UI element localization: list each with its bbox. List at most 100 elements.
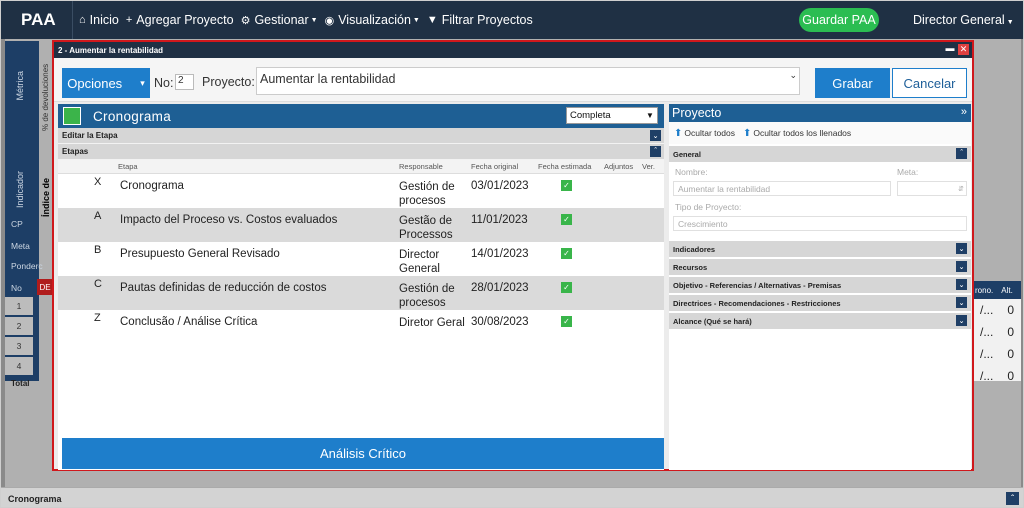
schedule-filter-select[interactable]: Completa ▼ (566, 107, 658, 124)
schedule-filter-value: Completa (570, 110, 611, 121)
stage-date: 14/01/2023 (471, 248, 529, 260)
tab-meta[interactable]: Meta (5, 237, 39, 255)
tab-cp[interactable]: CP (5, 215, 39, 233)
spinner-icon[interactable]: ⇵ (958, 185, 964, 193)
name-field[interactable]: Aumentar la rentabilidad (673, 181, 891, 196)
bg-header-cell: Alt. (1001, 285, 1013, 295)
section-label: Editar la Etapa (62, 131, 118, 140)
stages-table-header: Etapa Responsable Fecha original Fecha e… (58, 160, 664, 174)
project-type-label: Tipo de Proyecto: (675, 202, 742, 212)
project-label: Proyecto: (202, 75, 255, 89)
stage-responsible: Director General (399, 249, 440, 275)
section-alcance[interactable]: Alcance (Qué se hará) ⌄ (669, 313, 971, 329)
maximize-icon[interactable]: ▬ (945, 44, 955, 54)
chevron-down-icon[interactable]: ⌄ (956, 243, 967, 254)
chevron-down-icon[interactable]: ⌄ (789, 70, 797, 81)
nav-item-gestionar[interactable]: ⚙ Gestionar ▼ (241, 13, 318, 27)
column-header: Responsable (399, 162, 443, 171)
stage-code: C (94, 278, 102, 290)
options-button[interactable]: Opciones ▾ (62, 68, 150, 98)
section-label: General (673, 149, 701, 159)
stage-name: Cronograma (120, 180, 184, 192)
column-header: Adjuntos (604, 162, 634, 171)
tab-ponderacion[interactable]: Ponderc (5, 257, 43, 275)
cancel-button[interactable]: Cancelar (892, 68, 967, 98)
goal-field[interactable]: ⇵ (897, 181, 967, 196)
bg-row-number: 4 (5, 357, 33, 375)
project-panel-header: Proyecto » (669, 104, 971, 122)
column-header: Fecha estimada (538, 162, 592, 171)
section-directrices[interactable]: Directrices - Recomendaciones - Restricc… (669, 295, 971, 311)
double-chevron-right-icon[interactable]: » (961, 106, 967, 118)
project-name-field[interactable]: Aumentar la rentabilidad ⌄ (256, 67, 800, 95)
section-indicadores[interactable]: Indicadores ⌄ (669, 241, 971, 257)
nav-item-visualizacion[interactable]: ◉ Visualización ▼ (325, 13, 420, 27)
bg-right-row: /... 0 (979, 303, 1014, 317)
hide-filled-label: Ocultar todos los llenados (753, 127, 852, 138)
project-panel-title: Proyecto (672, 106, 722, 120)
critical-analysis-button[interactable]: Análisis Crítico (62, 438, 664, 469)
chevron-down-icon[interactable]: ⌄ (956, 297, 967, 308)
project-type-field[interactable]: Crescimiento (673, 216, 967, 231)
brand-logo[interactable]: PAA (1, 1, 73, 39)
section-label: Alcance (Qué se hará) (673, 316, 752, 326)
nav-label: Filtrar Proyectos (441, 13, 533, 27)
nav-item-inicio[interactable]: ⌂ Inicio (79, 13, 119, 27)
section-label: Directrices - Recomendaciones - Restricc… (673, 298, 841, 308)
user-menu[interactable]: Director General ▼ (913, 13, 1014, 27)
nav-item-filtrar-proyectos[interactable]: ▼ Filtrar Proyectos (427, 13, 533, 27)
save-paa-button[interactable]: Guardar PAA (799, 8, 879, 32)
table-row[interactable]: Z Conclusão / Análise Crítica Diretor Ge… (58, 310, 664, 344)
save-button[interactable]: Grabar (815, 68, 890, 98)
table-row[interactable]: C Pautas definidas de reducción de costo… (58, 276, 664, 310)
column-header: Etapa (118, 162, 138, 171)
section-general[interactable]: General ˆ (669, 146, 971, 162)
caret-down-icon: ▼ (412, 16, 420, 24)
edit-stage-section[interactable]: Editar la Etapa ⌄ (58, 128, 664, 144)
chevron-up-icon[interactable]: ˆ (650, 146, 661, 157)
chevron-down-icon[interactable]: ⌄ (650, 130, 661, 141)
number-label: No: (154, 76, 174, 90)
table-row[interactable]: X Cronograma Gestión de procesos 03/01/2… (58, 174, 664, 208)
schedule-pane: Cronograma Completa ▼ Editar la Etapa ⌄ Et… (58, 104, 664, 470)
section-recursos[interactable]: Recursos ⌄ (669, 259, 971, 275)
bg-cell: 0 (1007, 303, 1014, 317)
cogs-icon: ⚙ (240, 14, 251, 27)
metric-label: Métrica (15, 71, 25, 101)
chevron-up-icon[interactable]: ˆ (956, 148, 967, 159)
chevron-up-icon[interactable]: ˆ (1006, 492, 1019, 505)
nav-item-agregar-proyecto[interactable]: + Agregar Proyecto (126, 13, 234, 27)
bg-cell: 0 (1007, 325, 1014, 339)
section-label: Etapas (62, 147, 89, 156)
bg-cell: 0 (1007, 347, 1014, 361)
table-row[interactable]: A Impacto del Proceso vs. Costos evaluad… (58, 208, 664, 242)
hide-all-link[interactable]: ⬆ Ocultar todos (674, 128, 735, 139)
caret-down-icon: ▼ (1006, 19, 1014, 26)
check-icon: ✓ (561, 316, 572, 327)
nav-label: Inicio (89, 13, 119, 27)
bg-header-cell: rono. (975, 285, 994, 295)
section-label: Objetivo - Referencias / Alternativas - … (673, 280, 842, 290)
section-objetivo[interactable]: Objetivo - Referencias / Alternativas - … (669, 277, 971, 293)
options-label: Opciones (67, 75, 123, 91)
stages-section[interactable]: Etapas ˆ (58, 144, 664, 160)
table-row[interactable]: B Presupuesto General Revisado Director … (58, 242, 664, 276)
stage-date: 11/01/2023 (471, 214, 528, 226)
app-root: PAA ⌂ Inicio + Agregar Proyecto ⚙ Gestionar… (0, 0, 1024, 508)
chevron-down-icon: ▼ (646, 111, 654, 120)
arrow-up-icon: ⬆ (742, 127, 752, 139)
hide-filled-link[interactable]: ⬆ Ocultar todos los llenados (743, 128, 851, 139)
total-label: Total (11, 379, 30, 388)
number-field[interactable]: 2 (175, 74, 194, 90)
stage-date: 03/01/2023 (471, 180, 529, 192)
chevron-down-icon[interactable]: ⌄ (956, 279, 967, 290)
home-icon: ⌂ (79, 14, 86, 26)
chevron-down-icon[interactable]: ⌄ (956, 261, 967, 272)
hide-all-label: Ocultar todos (684, 127, 735, 138)
plus-icon: + (125, 14, 133, 26)
bg-row-number: 2 (5, 317, 33, 335)
caret-down-icon: ▼ (310, 16, 318, 24)
chevron-down-icon[interactable]: ⌄ (956, 315, 967, 326)
stage-name: Presupuesto General Revisado (120, 248, 280, 260)
close-icon[interactable]: ✕ (958, 44, 969, 55)
